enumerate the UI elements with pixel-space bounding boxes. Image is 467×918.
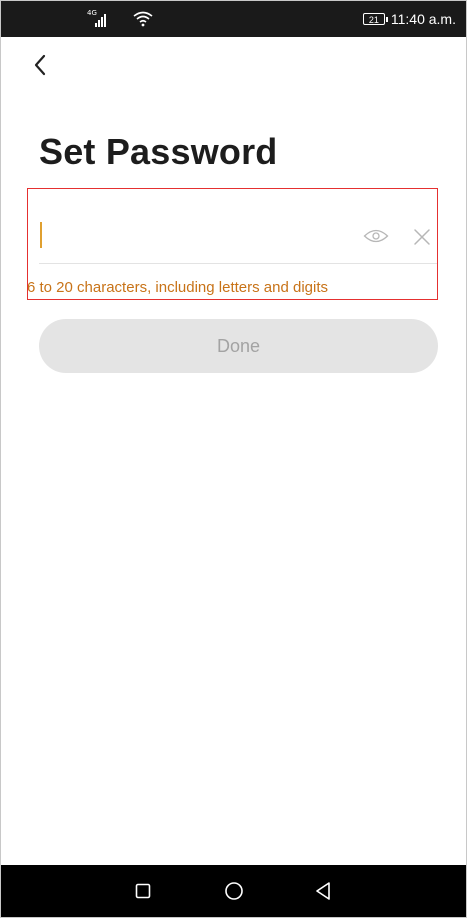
status-bar: 4G 21 11:40 a.m. xyxy=(1,1,466,37)
status-right: 21 11:40 a.m. xyxy=(362,1,456,37)
cellular-signal-icon: 4G xyxy=(87,9,113,29)
text-caret xyxy=(40,222,42,248)
status-left: 4G xyxy=(87,1,153,37)
input-underline xyxy=(39,263,437,264)
battery-level: 21 xyxy=(368,15,379,25)
recents-button[interactable] xyxy=(121,865,165,917)
password-hint: 6 to 20 characters, including letters an… xyxy=(27,279,329,296)
password-input[interactable] xyxy=(39,218,339,254)
clear-input-button[interactable] xyxy=(409,225,435,249)
navigation-bar xyxy=(1,865,466,917)
nav-back-button[interactable] xyxy=(301,865,345,917)
status-time: 11:40 a.m. xyxy=(390,11,456,27)
toggle-visibility-button[interactable] xyxy=(363,225,389,247)
page-title: Set Password xyxy=(39,131,278,172)
close-icon xyxy=(414,229,430,245)
eye-icon xyxy=(363,229,389,243)
recents-square-icon xyxy=(135,883,151,899)
home-circle-icon xyxy=(225,882,243,900)
network-type: 4G xyxy=(87,9,97,17)
battery-icon: 21 xyxy=(362,13,388,25)
chevron-left-icon xyxy=(34,54,46,76)
home-button[interactable] xyxy=(212,865,256,917)
back-button[interactable] xyxy=(27,51,53,79)
done-button[interactable]: Done xyxy=(39,319,438,373)
back-triangle-icon xyxy=(316,882,330,900)
screen: 4G 21 11:40 a.m. Set Password 6 to 20 ch… xyxy=(0,0,467,918)
wifi-icon xyxy=(133,11,153,27)
